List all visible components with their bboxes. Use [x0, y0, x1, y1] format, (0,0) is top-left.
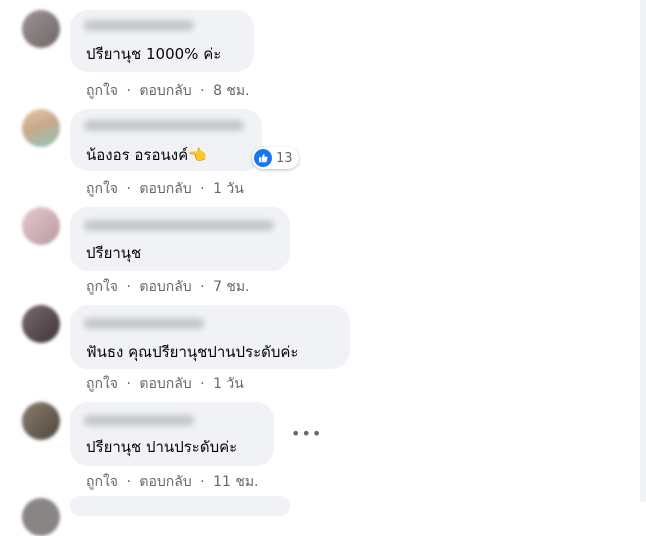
separator-dot: ·: [126, 474, 131, 490]
comment-text: ปรียานุช 1000% ค่ะ: [86, 45, 222, 63]
separator-dot: ·: [126, 181, 131, 197]
comment-timestamp[interactable]: 1 วัน: [213, 180, 244, 198]
reply-link[interactable]: ตอบกลับ: [139, 473, 191, 491]
separator-dot: ·: [126, 83, 131, 99]
commenter-avatar[interactable]: [22, 10, 60, 48]
like-link[interactable]: ถูกใจ: [86, 375, 118, 393]
commenter-avatar[interactable]: [22, 305, 60, 343]
separator-dot: ·: [126, 279, 131, 295]
comment-actions: ถูกใจ · ตอบกลับ · 1 วัน: [86, 180, 244, 198]
commenter-name[interactable]: [84, 318, 204, 329]
reaction-summary[interactable]: 13: [252, 147, 299, 169]
separator-dot: ·: [200, 279, 205, 295]
comment-text: ปรียานุช: [86, 244, 142, 262]
commenter-avatar[interactable]: [22, 109, 60, 147]
more-options-icon[interactable]: •••: [291, 424, 322, 443]
comment-timestamp[interactable]: 1 วัน: [213, 375, 244, 393]
separator-dot: ·: [200, 474, 205, 490]
comment-actions: ถูกใจ · ตอบกลับ · 11 ชม.: [86, 473, 259, 491]
like-link[interactable]: ถูกใจ: [86, 82, 118, 100]
commenter-name[interactable]: [84, 120, 244, 131]
comment-text: ปรียานุช ปานประดับค่ะ: [86, 438, 238, 456]
reply-link[interactable]: ตอบกลับ: [139, 375, 191, 393]
like-icon: [254, 149, 272, 167]
commenter-name[interactable]: [84, 220, 274, 231]
comment-actions: ถูกใจ · ตอบกลับ · 1 วัน: [86, 375, 244, 393]
comment-actions: ถูกใจ · ตอบกลับ · 7 ชม.: [86, 278, 250, 296]
separator-dot: ·: [200, 376, 205, 392]
comment-bubble: น้องอร อรอนงค์👈: [70, 109, 262, 171]
scrollbar-track[interactable]: [640, 0, 646, 502]
comment-timestamp[interactable]: 7 ชม.: [213, 278, 250, 296]
commenter-avatar[interactable]: [22, 207, 60, 245]
comment-text: น้องอร อรอนงค์👈: [86, 146, 207, 164]
comment-bubble: ปรียานุช ปานประดับค่ะ: [70, 402, 274, 466]
reply-link[interactable]: ตอบกลับ: [139, 82, 191, 100]
comment-timestamp[interactable]: 11 ชม.: [213, 473, 258, 491]
separator-dot: ·: [200, 181, 205, 197]
like-link[interactable]: ถูกใจ: [86, 278, 118, 296]
comment-actions: ถูกใจ · ตอบกลับ · 8 ชม.: [86, 82, 250, 100]
comment-bubble: ปรียานุช 1000% ค่ะ: [70, 10, 254, 72]
commenter-name[interactable]: [84, 20, 194, 31]
commenter-avatar[interactable]: [22, 402, 60, 440]
reply-link[interactable]: ตอบกลับ: [139, 180, 191, 198]
comment-bubble: ฟันธง คุณปรียานุชปานประดับค่ะ: [70, 305, 350, 369]
separator-dot: ·: [200, 83, 205, 99]
reply-link[interactable]: ตอบกลับ: [139, 278, 191, 296]
comment-text: ฟันธง คุณปรียานุชปานประดับค่ะ: [86, 343, 299, 361]
like-link[interactable]: ถูกใจ: [86, 180, 118, 198]
comment-bubble: [70, 496, 290, 516]
separator-dot: ·: [126, 376, 131, 392]
commenter-name[interactable]: [84, 415, 194, 426]
comment-timestamp[interactable]: 8 ชม.: [213, 82, 250, 100]
comment-bubble: ปรียานุช: [70, 207, 290, 271]
commenter-avatar[interactable]: [22, 498, 60, 536]
reaction-count: 13: [276, 150, 293, 166]
like-link[interactable]: ถูกใจ: [86, 473, 118, 491]
